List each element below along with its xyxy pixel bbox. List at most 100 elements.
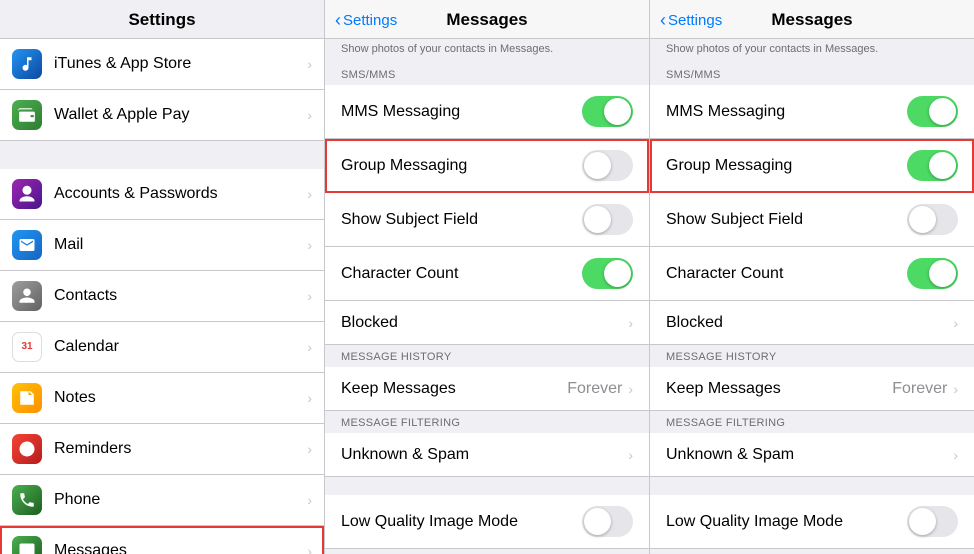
keepmessages-label-left: Keep Messages (341, 380, 567, 398)
chevron-icon: › (307, 441, 312, 457)
lowquality-label-left: Low Quality Image Mode (341, 513, 582, 531)
sidebar-items: iTunes & App Store › Wallet & Apple Pay … (0, 39, 324, 554)
sidebar-title: Settings (0, 0, 324, 39)
sms-mms-label-left: SMS/MMS (325, 63, 649, 85)
chevron-icon: › (307, 288, 312, 304)
notes-icon (12, 383, 42, 413)
lowquality-toggle-right[interactable] (907, 506, 958, 537)
sidebar-item-contacts[interactable]: Contacts › (0, 271, 324, 322)
contacts-label: Contacts (54, 287, 307, 305)
row-lowquality-left[interactable]: Low Quality Image Mode (325, 495, 649, 549)
mms-toggle-right[interactable] (907, 96, 958, 127)
subject-toggle-right[interactable] (907, 204, 958, 235)
sidebar-item-notes[interactable]: Notes › (0, 373, 324, 424)
chevron-icon: › (307, 339, 312, 355)
panel-right: ‹ Settings Messages Show photos of your … (650, 0, 974, 554)
sidebar-item-itunes[interactable]: iTunes & App Store › (0, 39, 324, 90)
chevron-icon: › (307, 56, 312, 72)
reminders-label: Reminders (54, 440, 307, 458)
back-button-right[interactable]: ‹ Settings (660, 10, 722, 31)
mail-label: Mail (54, 236, 307, 254)
row-keepmessages-left[interactable]: Keep Messages Forever › (325, 367, 649, 411)
row-subject-left[interactable]: Show Subject Field (325, 193, 649, 247)
chevron-icon: › (307, 186, 312, 202)
spam-label-right: Unknown & Spam (666, 446, 953, 464)
lowquality-caption-right: When this is on, images sent will be low… (650, 549, 974, 554)
spacer-left (325, 477, 649, 495)
mms-toggle-left[interactable] (582, 96, 633, 127)
spam-label-left: Unknown & Spam (341, 446, 628, 464)
chevron-icon: › (307, 107, 312, 123)
filtering-label-left: MESSAGE FILTERING (325, 411, 649, 433)
subject-toggle-left[interactable] (582, 204, 633, 235)
mail-icon (12, 230, 42, 260)
sidebar-group-2: Accounts & Passwords › Mail › Contacts › (0, 169, 324, 554)
messages-label: Messages (54, 542, 307, 554)
sidebar-item-calendar[interactable]: 31 Calendar › (0, 322, 324, 373)
chevron-icon: › (307, 543, 312, 554)
chevron-icon: › (307, 237, 312, 253)
group-toggle-right[interactable] (907, 150, 958, 181)
itunes-label: iTunes & App Store (54, 55, 307, 73)
sidebar-group-1: iTunes & App Store › Wallet & Apple Pay … (0, 39, 324, 141)
lowquality-caption-left: When this is on, images sent will be low… (325, 549, 649, 554)
charcount-toggle-left[interactable] (582, 258, 633, 289)
sidebar-item-mail[interactable]: Mail › (0, 220, 324, 271)
blocked-label-left: Blocked (341, 314, 628, 332)
sidebar-item-messages[interactable]: Messages › (0, 526, 324, 554)
back-chevron-icon-right: ‹ (660, 10, 666, 31)
phone-label: Phone (54, 491, 307, 509)
charcount-toggle-right[interactable] (907, 258, 958, 289)
row-group-right[interactable]: Group Messaging (650, 139, 974, 193)
group-toggle-left[interactable] (582, 150, 633, 181)
keepmessages-chevron-left: › (628, 381, 633, 397)
mms-label-right: MMS Messaging (666, 103, 907, 121)
row-charcount-left[interactable]: Character Count (325, 247, 649, 301)
keepmessages-value-right: Forever (892, 380, 947, 398)
subject-label-left: Show Subject Field (341, 211, 582, 229)
sidebar-separator (0, 141, 324, 169)
blocked-chevron-left: › (628, 315, 633, 331)
panel-left-body: Show photos of your contacts in Messages… (325, 39, 649, 554)
history-label-right: MESSAGE HISTORY (650, 345, 974, 367)
row-subject-right[interactable]: Show Subject Field (650, 193, 974, 247)
sidebar-item-wallet[interactable]: Wallet & Apple Pay › (0, 90, 324, 141)
notes-label: Notes (54, 389, 307, 407)
keepmessages-value-left: Forever (567, 380, 622, 398)
top-caption-right: Show photos of your contacts in Messages… (650, 39, 974, 63)
row-mms-right[interactable]: MMS Messaging (650, 85, 974, 139)
sidebar-item-accounts[interactable]: Accounts & Passwords › (0, 169, 324, 220)
row-group-left[interactable]: Group Messaging (325, 139, 649, 193)
panels: ‹ Settings Messages Show photos of your … (325, 0, 974, 554)
row-keepmessages-right[interactable]: Keep Messages Forever › (650, 367, 974, 411)
wallet-label: Wallet & Apple Pay (54, 106, 307, 124)
top-caption-left: Show photos of your contacts in Messages… (325, 39, 649, 63)
row-mms-left[interactable]: MMS Messaging (325, 85, 649, 139)
row-blocked-left[interactable]: Blocked › (325, 301, 649, 345)
row-spam-left[interactable]: Unknown & Spam › (325, 433, 649, 477)
spam-chevron-left: › (628, 447, 633, 463)
history-label-left: MESSAGE HISTORY (325, 345, 649, 367)
group-label-right: Group Messaging (666, 157, 907, 175)
panel-right-header: ‹ Settings Messages (650, 0, 974, 39)
lowquality-toggle-left[interactable] (582, 506, 633, 537)
keepmessages-chevron-right: › (953, 381, 958, 397)
row-blocked-right[interactable]: Blocked › (650, 301, 974, 345)
panel-right-title: Messages (771, 10, 852, 30)
accounts-icon (12, 179, 42, 209)
row-lowquality-right[interactable]: Low Quality Image Mode (650, 495, 974, 549)
accounts-label: Accounts & Passwords (54, 185, 307, 203)
panel-left-header: ‹ Settings Messages (325, 0, 649, 39)
chevron-icon: › (307, 390, 312, 406)
sidebar-item-reminders[interactable]: Reminders › (0, 424, 324, 475)
row-spam-right[interactable]: Unknown & Spam › (650, 433, 974, 477)
back-button-left[interactable]: ‹ Settings (335, 10, 397, 31)
filtering-label-right: MESSAGE FILTERING (650, 411, 974, 433)
reminders-icon (12, 434, 42, 464)
row-charcount-right[interactable]: Character Count (650, 247, 974, 301)
back-chevron-icon: ‹ (335, 10, 341, 31)
panel-left-title: Messages (446, 10, 527, 30)
sidebar-item-phone[interactable]: Phone › (0, 475, 324, 526)
chevron-icon: › (307, 492, 312, 508)
mms-label-left: MMS Messaging (341, 103, 582, 121)
